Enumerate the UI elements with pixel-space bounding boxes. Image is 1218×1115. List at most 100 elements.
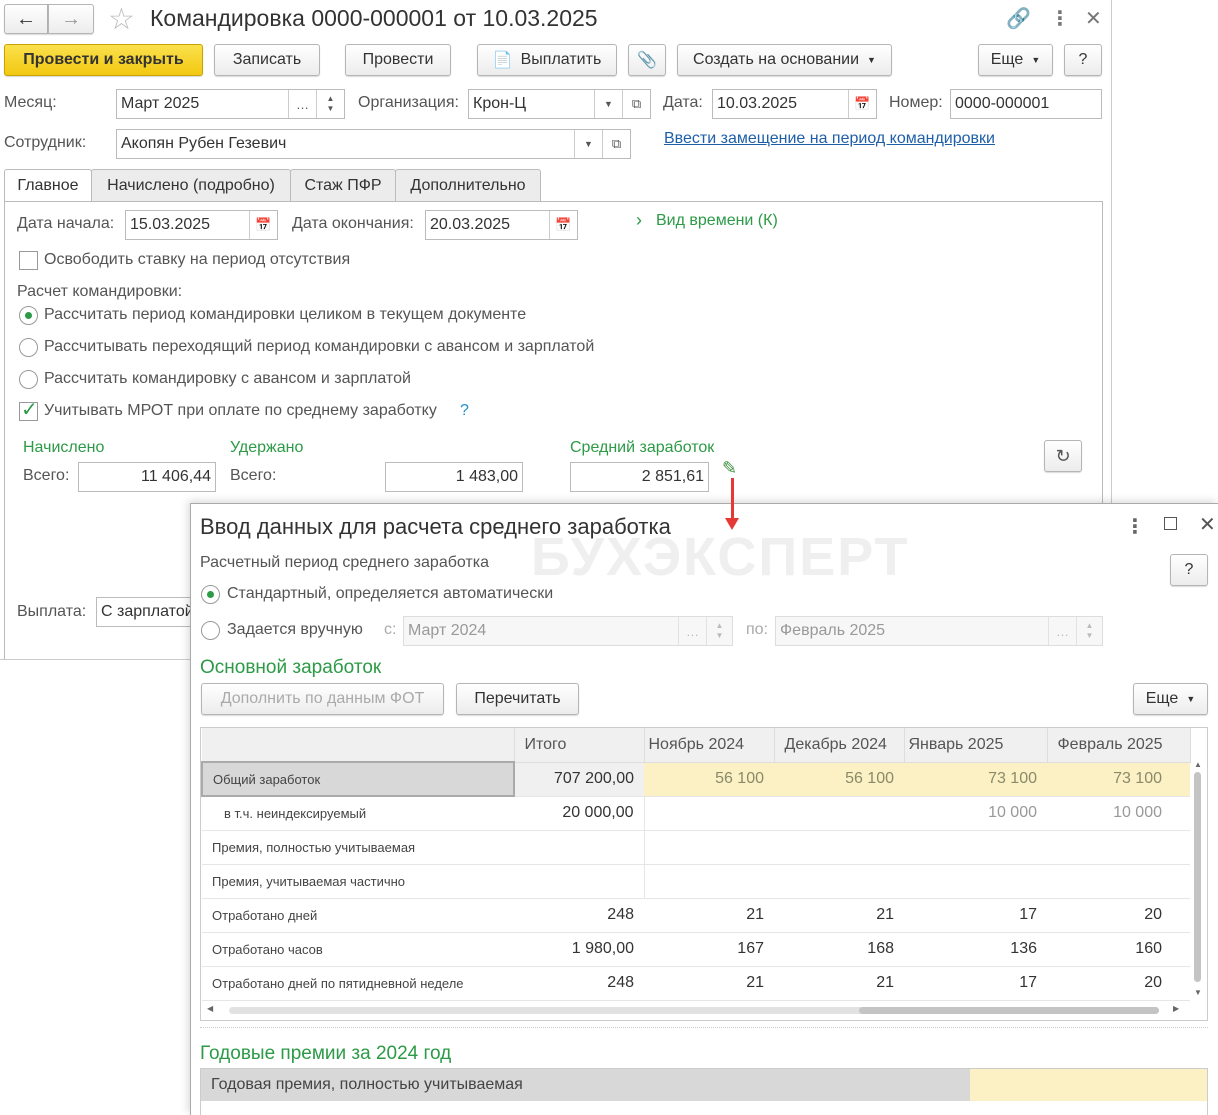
annual-bonus-row[interactable]: Годовая премия, полностью учитываемая xyxy=(201,1069,970,1101)
calendar-icon[interactable]: 📅 xyxy=(249,211,277,239)
cell-month[interactable]: 10 000 xyxy=(904,796,1047,831)
row-label[interactable]: Общий заработок xyxy=(201,761,515,797)
avg-earnings-field[interactable]: 2 851,61 xyxy=(570,462,709,492)
column-header[interactable]: Февраль 2025 xyxy=(1047,728,1191,763)
annual-bonus-value-cell[interactable] xyxy=(970,1069,1207,1101)
org-field[interactable]: Крон-Ц ▼ ⧉ xyxy=(468,89,651,119)
pencil-icon[interactable]: ✎ xyxy=(722,458,737,479)
month-stepper[interactable]: ▲ ▼ xyxy=(316,90,344,118)
free-rate-checkbox[interactable] xyxy=(19,251,38,270)
back-button[interactable]: ← xyxy=(4,4,48,34)
scroll-left-icon[interactable]: ◀ xyxy=(207,1004,213,1013)
substitute-link[interactable]: Ввести замещение на период командировки xyxy=(664,130,995,148)
cell-month[interactable] xyxy=(904,864,1047,899)
scroll-thumb[interactable] xyxy=(859,1007,1159,1014)
more-button[interactable]: Еще ▼ xyxy=(978,44,1053,76)
cell-month[interactable]: 17 xyxy=(904,898,1047,933)
cell-month[interactable]: 160 xyxy=(1047,932,1190,967)
cell-month[interactable]: 168 xyxy=(774,932,904,967)
cell-total[interactable]: 248 xyxy=(514,966,644,1001)
post-button[interactable]: Провести xyxy=(345,44,451,76)
table-row[interactable]: в т.ч. неиндексируемый 20 000,00 10 000 … xyxy=(202,796,1190,831)
employee-open-icon[interactable]: ⧉ xyxy=(602,130,630,158)
number-field[interactable]: 0000-000001 xyxy=(950,89,1102,119)
org-dropdown-icon[interactable]: ▼ xyxy=(594,90,622,118)
cell-total[interactable] xyxy=(514,864,645,899)
tab-pension-experience[interactable]: Стаж ПФР xyxy=(290,169,396,202)
cell-month[interactable]: 20 xyxy=(1047,966,1190,1001)
kebab-menu-icon[interactable]: ⋮ xyxy=(1125,514,1145,539)
post-and-close-button[interactable]: Провести и закрыть xyxy=(4,44,203,76)
attach-button[interactable]: 📎 xyxy=(628,44,666,76)
row-label[interactable]: Премия, учитываемая частично xyxy=(202,864,514,899)
cell-total[interactable]: 20 000,00 xyxy=(514,796,645,831)
withheld-total-field[interactable]: 1 483,00 xyxy=(385,462,523,492)
cell-month[interactable] xyxy=(644,830,774,865)
cell-month[interactable] xyxy=(774,796,904,831)
table-row[interactable]: Премия, учитываемая частично xyxy=(202,864,1190,899)
cell-month[interactable]: 21 xyxy=(774,966,904,1001)
pay-button[interactable]: 📄 Выплатить xyxy=(477,44,617,76)
employee-dropdown-icon[interactable]: ▼ xyxy=(574,130,602,158)
cell-month[interactable] xyxy=(644,796,774,831)
table-row[interactable]: Отработано часов 1 980,00 167 168 136 16… xyxy=(202,932,1190,967)
column-header[interactable]: Декабрь 2024 xyxy=(774,728,905,763)
month-field[interactable]: Март 2025 … ▲ ▼ xyxy=(116,89,345,119)
tab-accrued-detail[interactable]: Начислено (подробно) xyxy=(91,169,291,202)
period-auto-radio[interactable] xyxy=(201,585,220,604)
cell-total[interactable]: 707 200,00 xyxy=(514,762,644,797)
end-date-field[interactable]: 20.03.2025 📅 xyxy=(425,210,578,240)
tab-main[interactable]: Главное xyxy=(4,169,92,202)
cell-month[interactable] xyxy=(644,864,774,899)
table-row[interactable]: Отработано дней 248 21 21 17 20 xyxy=(202,898,1190,933)
cell-month[interactable] xyxy=(774,830,904,865)
accrued-total-field[interactable]: 11 406,44 xyxy=(78,462,216,492)
recalc-button[interactable]: Перечитать xyxy=(456,683,579,715)
vertical-scrollbar[interactable]: ▲ ▼ xyxy=(1191,760,1205,1000)
row-label[interactable]: в т.ч. неиндексируемый xyxy=(202,796,514,831)
close-icon[interactable]: ✕ xyxy=(1199,512,1216,537)
star-icon[interactable]: ☆ xyxy=(108,2,135,37)
period-manual-radio[interactable] xyxy=(201,621,220,640)
cell-total[interactable]: 1 980,00 xyxy=(514,932,644,967)
scroll-up-icon[interactable]: ▲ xyxy=(1194,760,1202,769)
cell-month[interactable]: 167 xyxy=(644,932,774,967)
cell-month[interactable]: 73 100 xyxy=(904,762,1047,797)
calendar-icon[interactable]: 📅 xyxy=(848,90,876,118)
date-field[interactable]: 10.03.2025 📅 xyxy=(712,89,877,119)
dialog-more-button[interactable]: Еще ▼ xyxy=(1133,683,1208,715)
calc-option-with-advance-radio[interactable] xyxy=(19,370,38,389)
row-label[interactable]: Премия, полностью учитываемая xyxy=(202,830,514,865)
refresh-button[interactable]: ↻ xyxy=(1044,440,1082,472)
cell-total[interactable] xyxy=(514,830,645,865)
cell-month[interactable]: 20 xyxy=(1047,898,1190,933)
employee-field[interactable]: Акопян Рубен Гезевич ▼ ⧉ xyxy=(116,129,631,159)
cell-month[interactable]: 21 xyxy=(774,898,904,933)
cell-month[interactable] xyxy=(1047,830,1190,865)
cell-month[interactable]: 21 xyxy=(644,898,774,933)
mrot-help-icon[interactable]: ? xyxy=(460,402,469,420)
table-row[interactable]: Отработано дней по пятидневной неделе 24… xyxy=(202,966,1190,1001)
kebab-menu-icon[interactable]: ⋮ xyxy=(1050,6,1070,31)
month-select-button[interactable]: … xyxy=(288,90,316,118)
table-row[interactable]: Премия, полностью учитываемая xyxy=(202,830,1190,865)
scroll-down-icon[interactable]: ▼ xyxy=(1194,988,1202,997)
create-based-button[interactable]: Создать на основании ▼ xyxy=(677,44,892,76)
cell-month[interactable]: 56 100 xyxy=(644,762,774,797)
org-open-icon[interactable]: ⧉ xyxy=(622,90,650,118)
cell-month[interactable]: 73 100 xyxy=(1047,762,1190,797)
save-button[interactable]: Записать xyxy=(214,44,320,76)
calc-option-transitional-radio[interactable] xyxy=(19,338,38,357)
column-header[interactable]: Январь 2025 xyxy=(904,728,1048,763)
row-label[interactable]: Отработано дней xyxy=(202,898,514,933)
cell-month[interactable]: 17 xyxy=(904,966,1047,1001)
cell-month[interactable]: 56 100 xyxy=(774,762,904,797)
row-label[interactable]: Отработано дней по пятидневной неделе xyxy=(202,966,514,1001)
dialog-help-button[interactable]: ? xyxy=(1170,554,1208,586)
tab-additional[interactable]: Дополнительно xyxy=(395,169,541,202)
table-row[interactable]: Общий заработок 707 200,00 56 100 56 100… xyxy=(201,761,1190,797)
column-header[interactable]: Итого xyxy=(514,728,645,763)
cell-month[interactable] xyxy=(1047,864,1190,899)
scroll-thumb[interactable] xyxy=(1194,772,1201,982)
cell-month[interactable]: 136 xyxy=(904,932,1047,967)
